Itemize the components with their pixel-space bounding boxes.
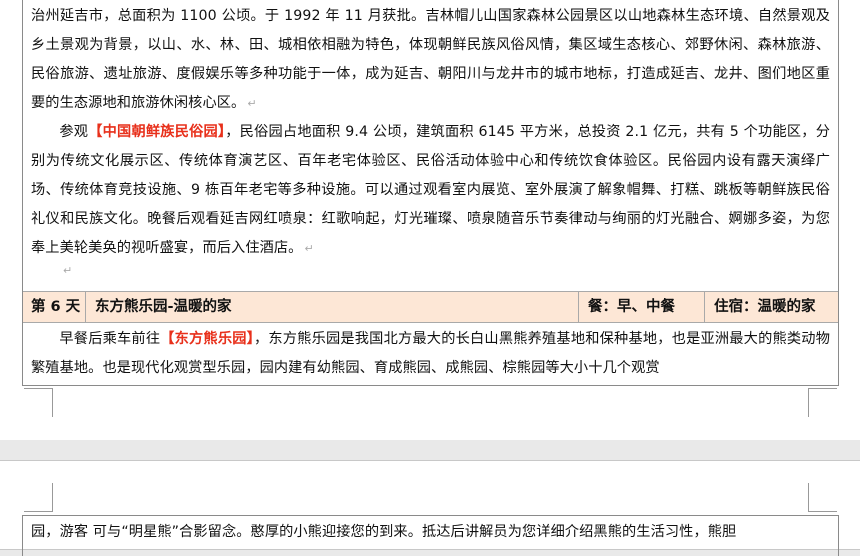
paragraph-text: ，民俗园占地面积 9.4 公顷，建筑面积 6145 平方米，总投资 2.1 亿元… — [31, 124, 830, 256]
page-gap — [0, 440, 860, 460]
day-header-row: 第 6 天 东方熊乐园-温暖的家 餐：早、中餐 住宿：温暖的家 — [23, 291, 838, 323]
cell-divider — [704, 292, 705, 322]
paragraph-text: 治州延吉市，总面积为 1100 公顷。于 1992 年 11 月获批。吉林帽儿山… — [31, 8, 830, 111]
document-page-1: 治州延吉市，总面积为 1100 公顷。于 1992 年 11 月获批。吉林帽儿山… — [0, 0, 860, 441]
crop-mark-bottom-right — [808, 388, 837, 417]
itinerary-table-frame: 治州延吉市，总面积为 1100 公顷。于 1992 年 11 月获批。吉林帽儿山… — [22, 0, 839, 386]
crop-mark-top-right — [808, 483, 837, 512]
day-title: 东方熊乐园-温暖的家 — [95, 299, 232, 315]
highlight-bear-park: 【东方熊乐园】 — [160, 331, 254, 347]
day-meals: 餐：早、中餐 — [588, 299, 675, 315]
highlight-folk-park: 【中国朝鲜族民俗园】 — [88, 124, 226, 140]
day-lodging: 住宿：温暖的家 — [714, 299, 816, 315]
paragraph-lead: 参观 — [59, 124, 89, 140]
document-page-2: 园，游客 可与“明星熊”合影留念。憨厚的小熊迎接您的到来。抵达后讲解员为您详细介… — [0, 460, 860, 556]
paragraph-bear-park: 早餐后乘车前往【东方熊乐园】，东方熊乐园是我国北方最大的长白山黑熊养殖基地和保种… — [23, 325, 838, 383]
itinerary-table-frame-continued: 园，游客 可与“明星熊”合影留念。憨厚的小熊迎接您的到来。抵达后讲解员为您详细介… — [22, 515, 839, 556]
paragraph-maoershan: 治州延吉市，总面积为 1100 公顷。于 1992 年 11 月获批。吉林帽儿山… — [23, 2, 838, 118]
paragraph-lead: 早餐后乘车前往 — [59, 331, 161, 347]
day-label: 第 6 天 — [31, 299, 81, 315]
paragraph-bear-park-continued: 园，游客 可与“明星熊”合影留念。憨厚的小熊迎接您的到来。抵达后讲解员为您详细介… — [31, 524, 737, 540]
cell-divider — [85, 292, 86, 322]
crop-mark-top-left — [24, 483, 53, 512]
empty-paragraph-mark: ↵ — [63, 264, 73, 277]
cell-divider — [578, 292, 579, 322]
paragraph-mark: ↵ — [247, 97, 257, 110]
paragraph-mark: ↵ — [304, 242, 314, 255]
crop-mark-bottom-left — [24, 388, 53, 417]
paragraph-folk-park: 参观【中国朝鲜族民俗园】，民俗园占地面积 9.4 公顷，建筑面积 6145 平方… — [23, 118, 838, 263]
